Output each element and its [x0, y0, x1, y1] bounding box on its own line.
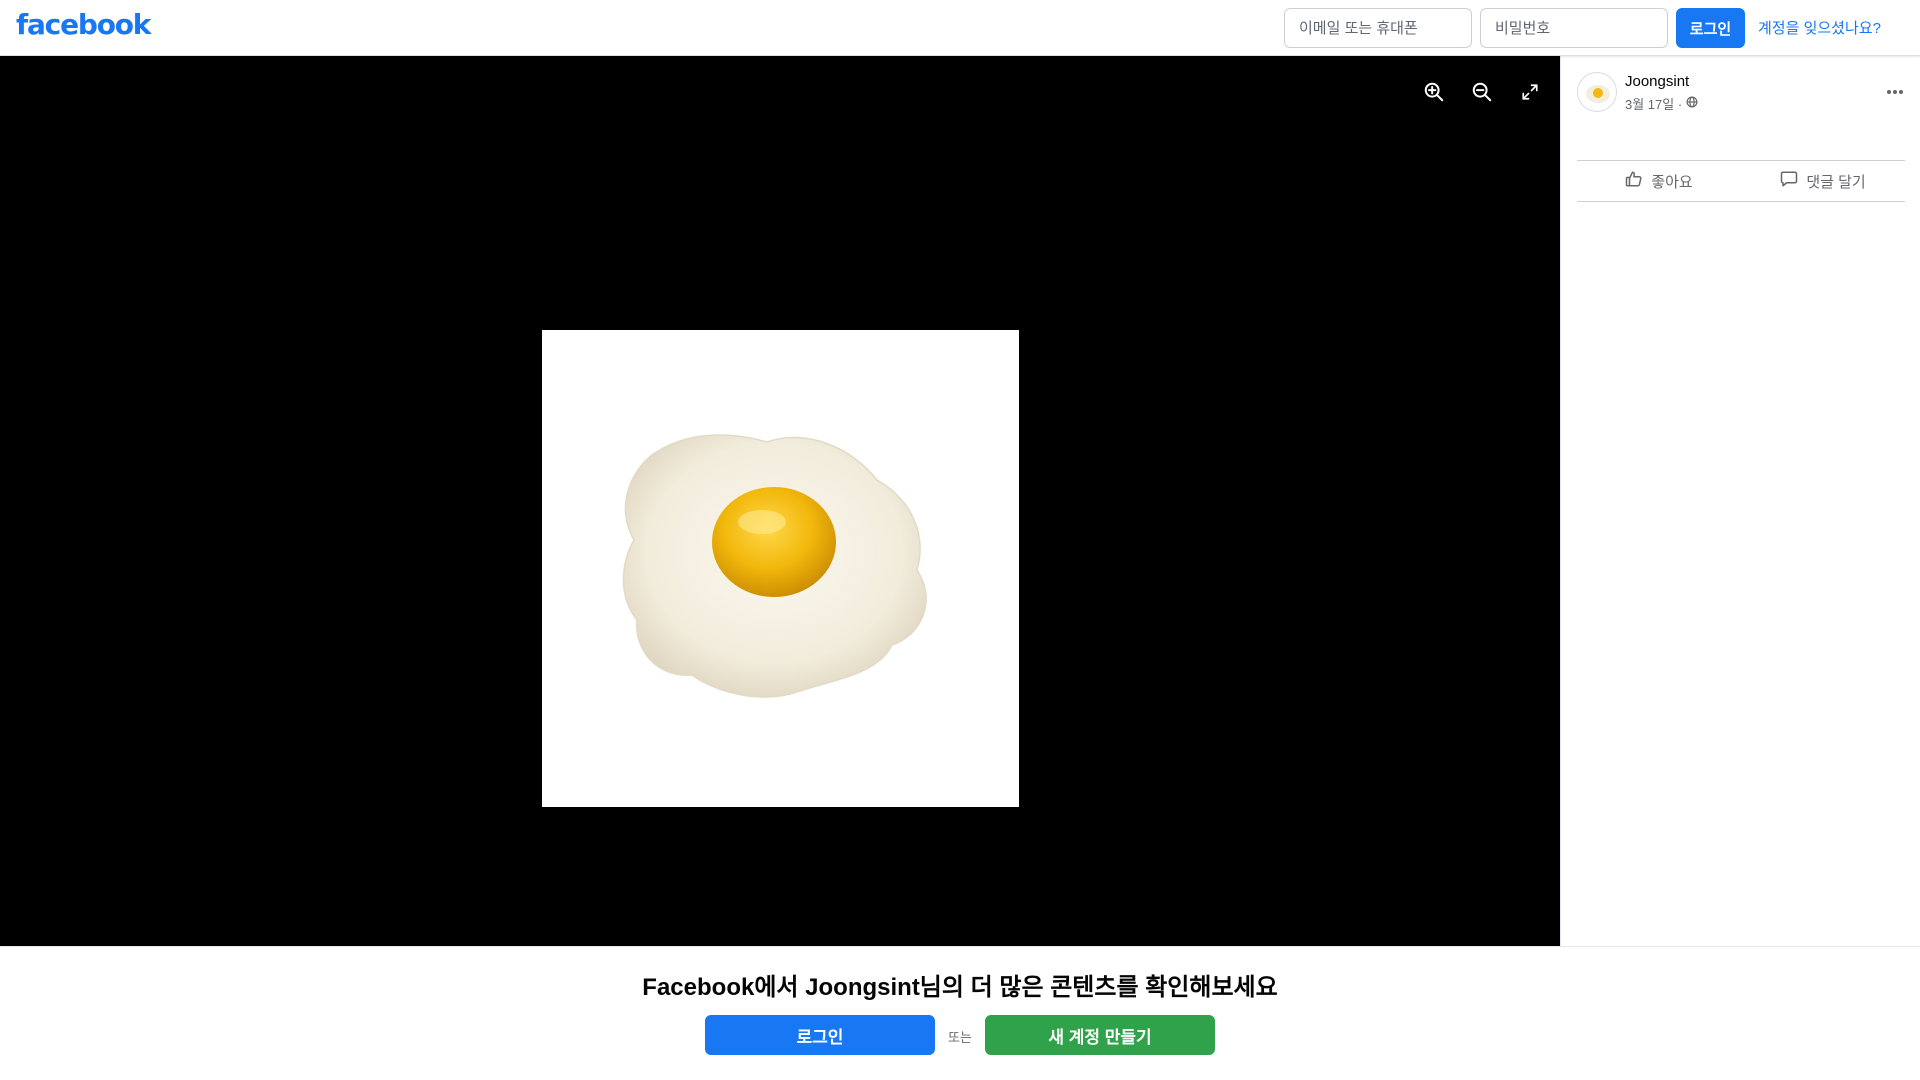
facebook-logo[interactable]: facebook [16, 8, 151, 41]
banner-login-button[interactable]: 로그인 [705, 1015, 935, 1055]
post-action-bar: 좋아요 댓글 달기 [1577, 160, 1905, 202]
email-input[interactable] [1284, 8, 1472, 48]
or-text: 또는 [948, 1030, 972, 1045]
avatar[interactable] [1577, 72, 1617, 112]
fullscreen-icon[interactable] [1512, 74, 1548, 110]
photo-viewer [0, 56, 1560, 946]
zoom-out-icon[interactable] [1464, 74, 1500, 110]
forgot-account-link[interactable]: 계정을 잊으셨나요? [1758, 17, 1881, 38]
login-prompt-banner: Facebook에서 Joongsint님의 더 많은 콘텐츠를 확인해보세요 … [0, 946, 1920, 1080]
thumbs-up-icon [1625, 170, 1643, 192]
comment-button[interactable]: 댓글 달기 [1741, 161, 1905, 201]
author-name[interactable]: Joongsint [1625, 73, 1689, 90]
comment-icon [1780, 170, 1798, 192]
header-login-button[interactable]: 로그인 [1676, 8, 1745, 48]
password-input[interactable] [1480, 8, 1668, 48]
create-account-button[interactable]: 새 계정 만들기 [985, 1015, 1215, 1055]
post-side-panel: Joongsint 3월 17일 · 좋아요 댓글 달기 [1560, 56, 1920, 946]
more-icon[interactable] [1877, 74, 1913, 110]
globe-icon [1686, 96, 1698, 111]
post-photo[interactable] [542, 330, 1019, 807]
like-button[interactable]: 좋아요 [1577, 161, 1741, 201]
fried-egg-image [622, 434, 927, 698]
top-bar: facebook 로그인 계정을 잊으셨나요? [0, 0, 1920, 56]
post-meta: 3월 17일 · [1625, 94, 1698, 113]
zoom-in-icon[interactable] [1416, 74, 1452, 110]
comment-label: 댓글 달기 [1806, 173, 1866, 191]
like-label: 좋아요 [1651, 173, 1693, 191]
banner-title: Facebook에서 Joongsint님의 더 많은 콘텐츠를 확인해보세요 [642, 974, 1278, 1001]
post-date[interactable]: 3월 17일 · [1625, 94, 1682, 113]
